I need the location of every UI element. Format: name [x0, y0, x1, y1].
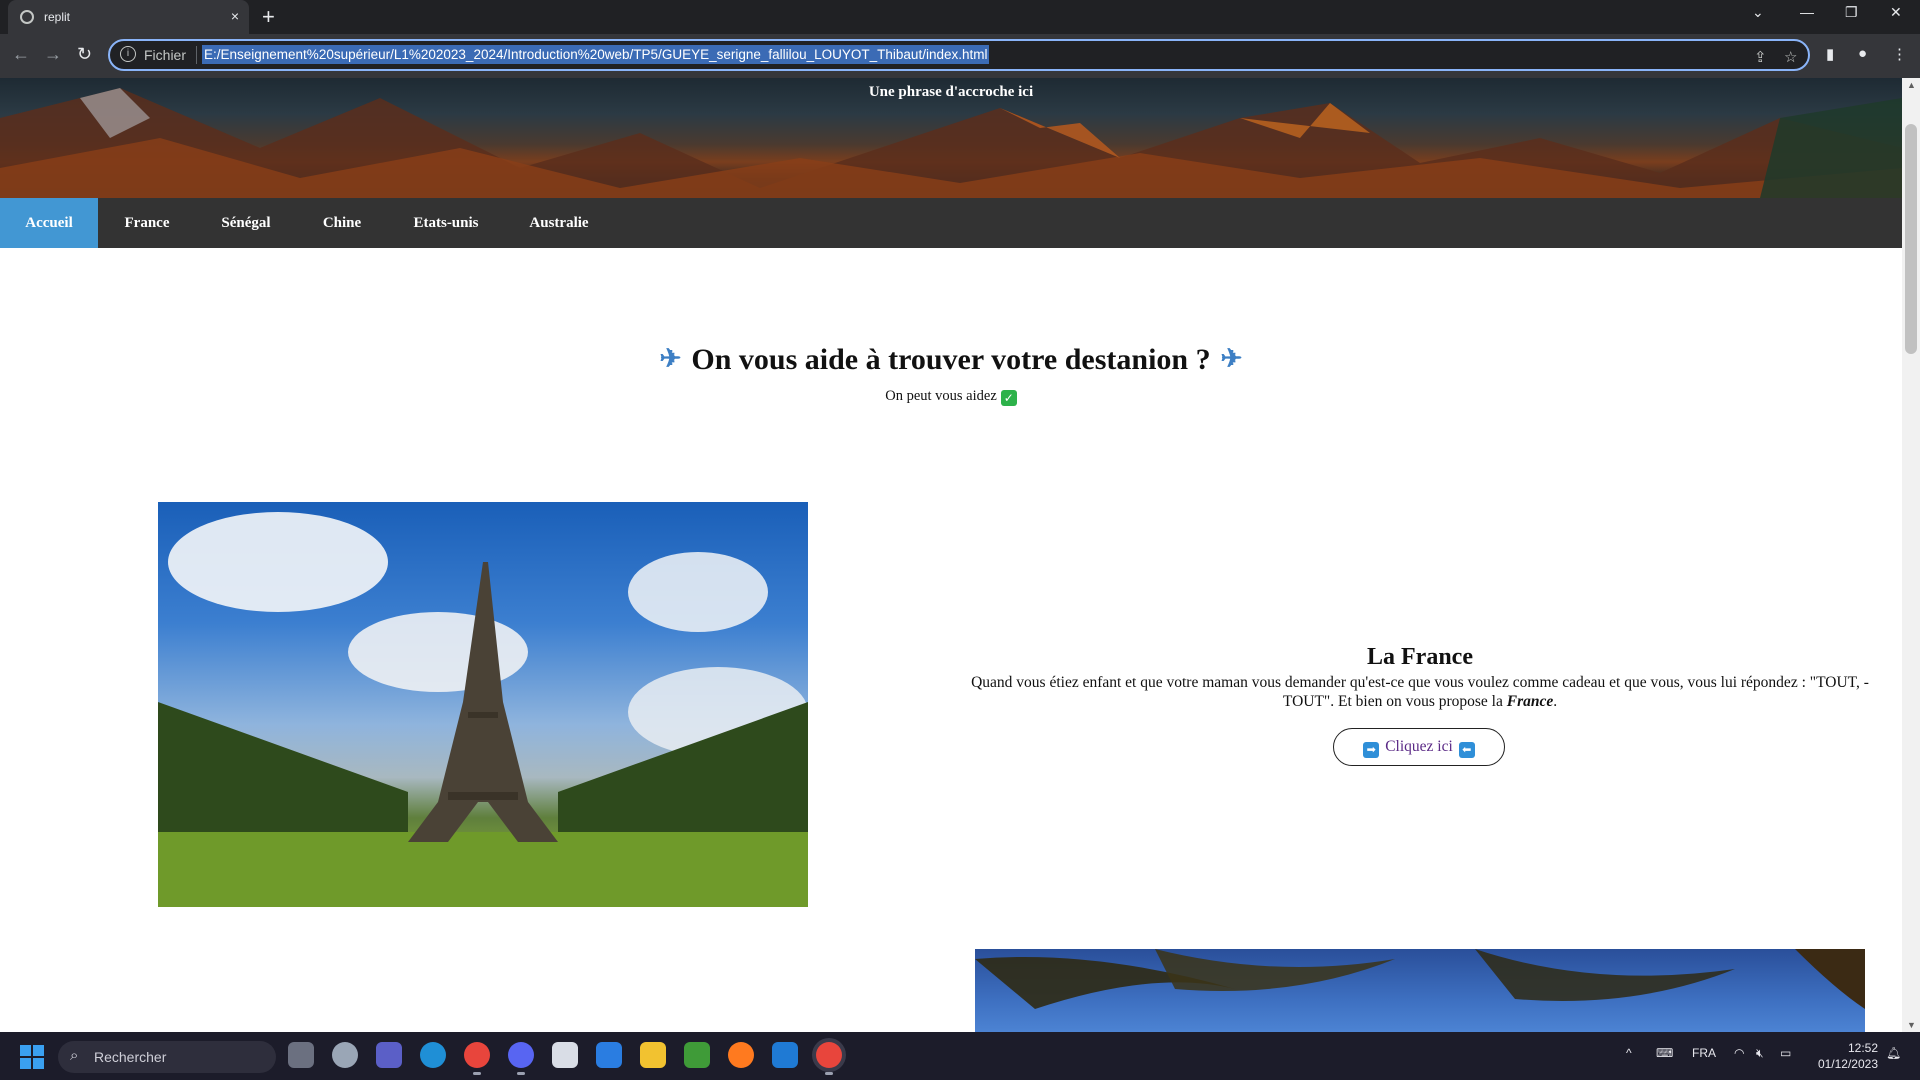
scroll-up-icon[interactable]: ▲ — [1907, 80, 1916, 90]
close-window-button[interactable]: ✕ — [1890, 4, 1902, 21]
app-icon[interactable] — [596, 1042, 622, 1068]
tab-close-icon[interactable]: × — [231, 8, 239, 24]
keyboard-icon[interactable]: ⌨ — [1656, 1046, 1673, 1060]
page-headline: ✈ On vous aide à trouver votre destanion … — [0, 343, 1902, 377]
clock-time: 12:52 — [1847, 1041, 1878, 1055]
airplane-departure-icon: ✈ — [659, 344, 682, 373]
cliquez-ici-button[interactable]: ➡ Cliquez ici ⬅ — [1333, 728, 1505, 766]
hero-banner: Une phrase d'accroche ici — [0, 78, 1902, 198]
globe-icon — [20, 10, 34, 24]
scroll-down-icon[interactable]: ▼ — [1907, 1020, 1916, 1030]
address-divider — [196, 46, 197, 64]
nav-item-senegal[interactable]: Sénégal — [196, 198, 296, 248]
minimize-button[interactable]: — — [1800, 4, 1814, 20]
menu-kebab-icon[interactable]: ⋮ — [1892, 45, 1907, 63]
taskbar-search[interactable]: ⌕ Rechercher — [58, 1041, 276, 1073]
windows-start-icon[interactable] — [20, 1045, 44, 1069]
address-scheme-label: Fichier — [144, 47, 187, 63]
profile-icon[interactable]: ● — [1858, 45, 1867, 62]
wifi-icon[interactable]: ◠ — [1734, 1046, 1744, 1060]
page-viewport: Une phrase d'accroche ici Accueil France… — [0, 78, 1902, 1032]
browser-toolbar: ← → ↻ i Fichier E:/Enseignement%20supéri… — [0, 34, 1920, 78]
page-scrollbar[interactable]: ▲ ▼ — [1902, 78, 1920, 1032]
battery-icon[interactable]: ▭ — [1780, 1046, 1791, 1060]
notification-bell-icon[interactable]: 🔔︎ — [1886, 1046, 1901, 1060]
address-bar[interactable]: i Fichier E:/Enseignement%20supérieur/L1… — [108, 39, 1810, 71]
nav-item-accueil[interactable]: Accueil — [0, 198, 98, 248]
volume-muted-icon[interactable]: 🔇︎ — [1756, 1046, 1764, 1061]
minecraft-icon[interactable] — [684, 1042, 710, 1068]
share-icon[interactable]: ⇪ — [1754, 48, 1767, 66]
eiffel-tower-illustration — [158, 512, 808, 907]
tab-search-chevron-icon[interactable]: ⌄ — [1752, 4, 1764, 21]
site-navbar: Accueil France Sénégal Chine Etats-unis … — [0, 198, 1902, 248]
clock-date: 01/12/2023 — [1817, 1057, 1878, 1071]
microsoft-store-icon[interactable] — [552, 1042, 578, 1068]
widgets-icon[interactable] — [332, 1042, 358, 1068]
taskbar-search-placeholder: Rechercher — [94, 1049, 167, 1065]
back-button[interactable]: ← — [12, 44, 30, 65]
scrollbar-thumb[interactable] — [1905, 124, 1917, 354]
language-indicator[interactable]: FRA — [1692, 1046, 1716, 1060]
new-tab-button[interactable]: + — [262, 4, 275, 30]
check-mark-icon: ✓ — [1000, 390, 1017, 406]
bookmark-star-icon[interactable]: ☆ — [1784, 48, 1797, 66]
reload-button[interactable]: ↻ — [77, 44, 92, 65]
chrome-active-icon[interactable] — [816, 1042, 842, 1075]
destination-title: La France — [1367, 644, 1473, 670]
page-subheadline: On peut vous aidez ✓ — [0, 388, 1902, 406]
destination-card-france: La France Quand vous étiez enfant et que… — [950, 644, 1890, 711]
side-panel-icon[interactable]: ▮ — [1826, 45, 1834, 63]
vscode-icon[interactable] — [772, 1042, 798, 1068]
tab-title: replit — [44, 10, 71, 24]
edge-browser-icon[interactable] — [420, 1042, 446, 1068]
hero-tagline: Une phrase d'accroche ici — [868, 84, 1034, 100]
teams-chat-icon[interactable] — [376, 1042, 402, 1068]
description-end: . — [1553, 693, 1558, 710]
address-url[interactable]: E:/Enseignement%20supérieur/L1%202023_20… — [202, 45, 990, 64]
description-text: Quand vous étiez enfant et que votre mam… — [971, 674, 1869, 710]
forward-button[interactable]: → — [44, 44, 62, 65]
tray-overflow-icon[interactable]: ^ — [1626, 1046, 1632, 1060]
nav-item-etats-unis[interactable]: Etats-unis — [388, 198, 504, 248]
nav-item-france[interactable]: France — [98, 198, 196, 248]
nav-item-chine[interactable]: Chine — [296, 198, 388, 248]
nav-item-australie[interactable]: Australie — [504, 198, 614, 248]
task-view-icon[interactable] — [288, 1042, 314, 1068]
left-arrow-icon: ⬅ — [1458, 742, 1475, 758]
palm-tree-photo — [975, 949, 1865, 1032]
description-emphasis: France — [1506, 693, 1554, 710]
right-arrow-icon: ➡ — [1363, 742, 1380, 758]
taskbar-clock[interactable]: 12:52 01/12/2023 — [1818, 1040, 1878, 1072]
discord-icon[interactable] — [508, 1042, 534, 1075]
destination-description: Quand vous étiez enfant et que votre mam… — [950, 673, 1890, 711]
browser-tab[interactable]: replit × — [8, 0, 249, 34]
info-icon[interactable]: i — [120, 46, 136, 62]
headline-text: On vous aide à trouver votre destanion ? — [691, 343, 1211, 376]
file-explorer-icon[interactable] — [640, 1042, 666, 1068]
cta-label: Cliquez ici — [1385, 738, 1453, 755]
windows-taskbar: ⌕ Rechercher ^ ⌨ FRA ◠ 🔇︎ ▭ 12:52 01/12/… — [0, 1032, 1920, 1080]
chrome-icon[interactable] — [464, 1042, 490, 1075]
search-icon: ⌕ — [70, 1047, 79, 1064]
airplane-arrival-icon: ✈ — [1220, 344, 1243, 373]
palm-illustration — [975, 949, 1865, 1009]
subheadline-text: On peut vous aidez — [885, 388, 997, 404]
restore-button[interactable]: ❐ — [1845, 4, 1858, 21]
firefox-icon[interactable] — [728, 1042, 754, 1068]
eiffel-tower-photo — [158, 502, 808, 907]
browser-titlebar: replit × + ⌄ — ❐ ✕ — [0, 0, 1920, 34]
